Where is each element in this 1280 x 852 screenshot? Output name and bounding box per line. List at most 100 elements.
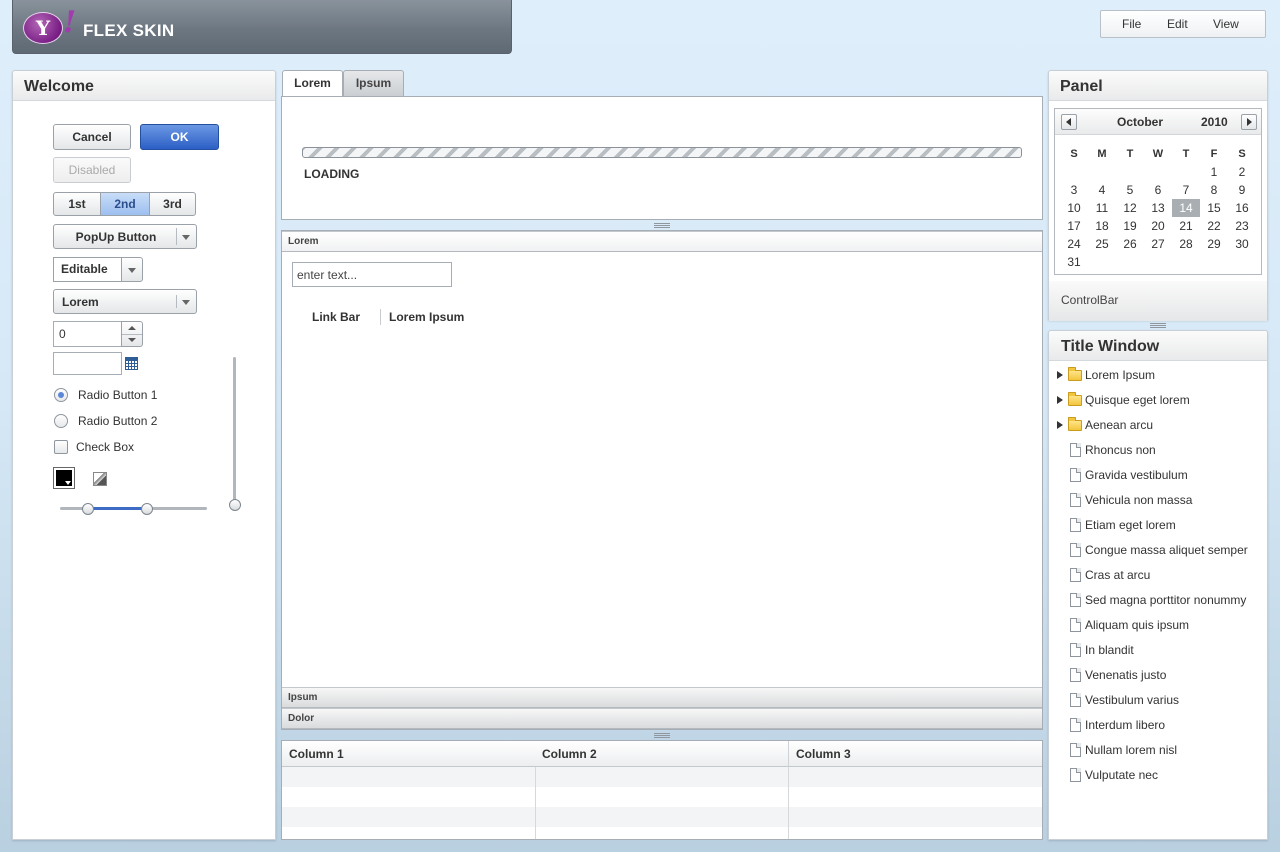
- vslider-thumb[interactable]: [229, 499, 241, 511]
- calendar-day[interactable]: 13: [1144, 199, 1172, 217]
- text-input[interactable]: enter text...: [292, 262, 452, 287]
- calendar-day[interactable]: 7: [1172, 181, 1200, 199]
- tree-item[interactable]: Quisque eget lorem: [1050, 388, 1268, 413]
- calendar-day[interactable]: 20: [1144, 217, 1172, 235]
- numeric-stepper[interactable]: [121, 321, 143, 347]
- divider-grip[interactable]: [654, 733, 670, 738]
- calendar-day[interactable]: 31: [1060, 253, 1088, 271]
- column-header[interactable]: Column 1: [282, 741, 536, 767]
- accordion-header-ipsum[interactable]: Ipsum: [282, 687, 1042, 708]
- popup-button[interactable]: PopUp Button: [53, 224, 197, 249]
- link-bar-item[interactable]: Link Bar: [312, 310, 360, 324]
- calendar-day[interactable]: 26: [1116, 235, 1144, 253]
- prev-month-button[interactable]: [1061, 114, 1077, 130]
- tree-item[interactable]: Etiam eget lorem: [1050, 513, 1268, 538]
- color-picker[interactable]: [53, 467, 75, 489]
- calendar-day[interactable]: 6: [1144, 181, 1172, 199]
- calendar-day[interactable]: 28: [1172, 235, 1200, 253]
- calendar-day-today[interactable]: 14: [1172, 199, 1200, 217]
- calendar-day[interactable]: 25: [1088, 235, 1116, 253]
- radio-button-2[interactable]: [54, 414, 68, 428]
- calendar-day[interactable]: 9: [1228, 181, 1256, 199]
- menu-view[interactable]: View: [1213, 17, 1239, 31]
- table-row[interactable]: [282, 807, 1042, 827]
- check-box-label[interactable]: Check Box: [76, 440, 134, 454]
- ok-button[interactable]: OK: [140, 124, 219, 150]
- calendar-day[interactable]: 24: [1060, 235, 1088, 253]
- tree-item[interactable]: Aenean arcu: [1050, 413, 1268, 438]
- calendar-day[interactable]: 10: [1060, 199, 1088, 217]
- calendar-day[interactable]: 17: [1060, 217, 1088, 235]
- tree-item[interactable]: Nullam lorem nisl: [1050, 738, 1268, 763]
- chevron-down-icon[interactable]: [182, 300, 190, 305]
- hslider-thumb-2[interactable]: [141, 503, 153, 515]
- vslider-track[interactable]: [233, 357, 236, 503]
- tree-item[interactable]: Cras at arcu: [1050, 563, 1268, 588]
- radio-button-1-label[interactable]: Radio Button 1: [78, 388, 157, 402]
- calendar-day[interactable]: 5: [1116, 181, 1144, 199]
- combobox[interactable]: Lorem: [53, 289, 197, 314]
- segment-2nd[interactable]: 2nd: [100, 192, 150, 216]
- accordion-header-lorem[interactable]: Lorem: [282, 231, 1042, 252]
- radio-button-1[interactable]: [54, 388, 68, 402]
- calendar-day[interactable]: 21: [1172, 217, 1200, 235]
- editable-combobox-input[interactable]: Editable: [54, 258, 122, 281]
- numeric-stepper-input[interactable]: 0: [53, 321, 123, 347]
- divider-grip[interactable]: [654, 223, 670, 228]
- calendar-day[interactable]: 22: [1200, 217, 1228, 235]
- tree-item[interactable]: Venenatis justo: [1050, 663, 1268, 688]
- column-header[interactable]: Column 3: [789, 741, 1042, 767]
- date-chooser[interactable]: October 2010 S M T W T F S 1 2 3 4 5 6 7 8 9 10 11 12 13 14 1…: [1054, 108, 1262, 275]
- tree-item[interactable]: In blandit: [1050, 638, 1268, 663]
- column-header[interactable]: Column 2: [535, 741, 789, 767]
- check-box[interactable]: [54, 440, 68, 454]
- tree-item[interactable]: Gravida vestibulum: [1050, 463, 1268, 488]
- tree-item[interactable]: Sed magna porttitor nonummy: [1050, 588, 1268, 613]
- stepper-down-icon[interactable]: [128, 338, 136, 342]
- editable-combobox[interactable]: Editable: [53, 257, 143, 282]
- date-field[interactable]: [53, 352, 122, 375]
- tree-item[interactable]: Aliquam quis ipsum: [1050, 613, 1268, 638]
- chevron-down-icon[interactable]: [182, 235, 190, 240]
- tree-item[interactable]: Vestibulum varius: [1050, 688, 1268, 713]
- tree-item[interactable]: Interdum libero: [1050, 713, 1268, 738]
- calendar-day[interactable]: 2: [1228, 163, 1256, 181]
- divider-grip[interactable]: [1150, 323, 1166, 328]
- calendar-day[interactable]: 18: [1088, 217, 1116, 235]
- calendar-day[interactable]: 1: [1200, 163, 1228, 181]
- menu-file[interactable]: File: [1122, 17, 1141, 31]
- link-bar-item[interactable]: Lorem Ipsum: [389, 310, 464, 324]
- radio-button-2-label[interactable]: Radio Button 2: [78, 414, 157, 428]
- tree-item[interactable]: Vehicula non massa: [1050, 488, 1268, 513]
- table-row[interactable]: [282, 767, 1042, 787]
- cancel-button[interactable]: Cancel: [53, 124, 131, 150]
- chevron-down-icon[interactable]: [128, 268, 136, 273]
- menu-edit[interactable]: Edit: [1167, 17, 1188, 31]
- calendar-day[interactable]: 15: [1200, 199, 1228, 217]
- calendar-day[interactable]: 3: [1060, 181, 1088, 199]
- stepper-up-icon[interactable]: [128, 326, 136, 330]
- tab-ipsum[interactable]: Ipsum: [343, 70, 404, 97]
- disclosure-arrow-icon[interactable]: [1057, 421, 1063, 429]
- disclosure-arrow-icon[interactable]: [1057, 396, 1063, 404]
- tree-item[interactable]: Lorem Ipsum: [1050, 363, 1268, 388]
- calendar-day[interactable]: 19: [1116, 217, 1144, 235]
- calendar-day[interactable]: 16: [1228, 199, 1256, 217]
- tree[interactable]: Lorem Ipsum Quisque eget lorem Aenean arcu…: [1050, 363, 1268, 839]
- segment-3rd[interactable]: 3rd: [149, 192, 196, 216]
- disclosure-arrow-icon[interactable]: [1057, 371, 1063, 379]
- accordion-header-dolor[interactable]: Dolor: [282, 708, 1042, 729]
- tree-item[interactable]: Congue massa aliquet semper: [1050, 538, 1268, 563]
- calendar-day[interactable]: 8: [1200, 181, 1228, 199]
- table-row[interactable]: [282, 827, 1042, 839]
- tab-lorem[interactable]: Lorem: [282, 70, 343, 98]
- calendar-icon[interactable]: [125, 357, 138, 370]
- calendar-day[interactable]: 4: [1088, 181, 1116, 199]
- calendar-day[interactable]: 29: [1200, 235, 1228, 253]
- table-row[interactable]: [282, 787, 1042, 807]
- data-grid[interactable]: Column 1 Column 2 Column 3: [281, 740, 1043, 840]
- hslider-thumb-1[interactable]: [82, 503, 94, 515]
- calendar-day[interactable]: 30: [1228, 235, 1256, 253]
- calendar-day[interactable]: 23: [1228, 217, 1256, 235]
- next-month-button[interactable]: [1241, 114, 1257, 130]
